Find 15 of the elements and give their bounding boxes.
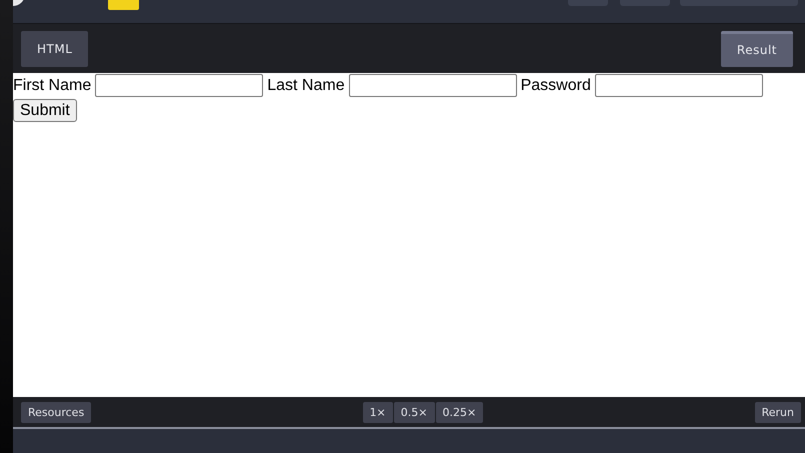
tab[interactable]: HTML bbox=[21, 30, 88, 66]
input-field[interactable] bbox=[348, 74, 517, 97]
field-label: Password bbox=[520, 76, 591, 96]
input-field[interactable] bbox=[594, 74, 763, 97]
zoom-button[interactable]: 0.25× bbox=[436, 402, 484, 422]
tab[interactable]: Result bbox=[720, 30, 793, 66]
rerun-button[interactable]: Rerun bbox=[754, 402, 801, 422]
plan-badge bbox=[108, 0, 139, 10]
input-field[interactable] bbox=[95, 74, 264, 97]
submit-button[interactable]: Submit bbox=[13, 99, 77, 122]
zoom-button[interactable]: 1× bbox=[362, 402, 393, 422]
field-label: Last Name bbox=[267, 76, 345, 96]
zoom-button[interactable]: 0.5× bbox=[394, 402, 434, 422]
resources-button[interactable]: Resources bbox=[21, 402, 92, 422]
field-label: First Name bbox=[13, 76, 92, 96]
